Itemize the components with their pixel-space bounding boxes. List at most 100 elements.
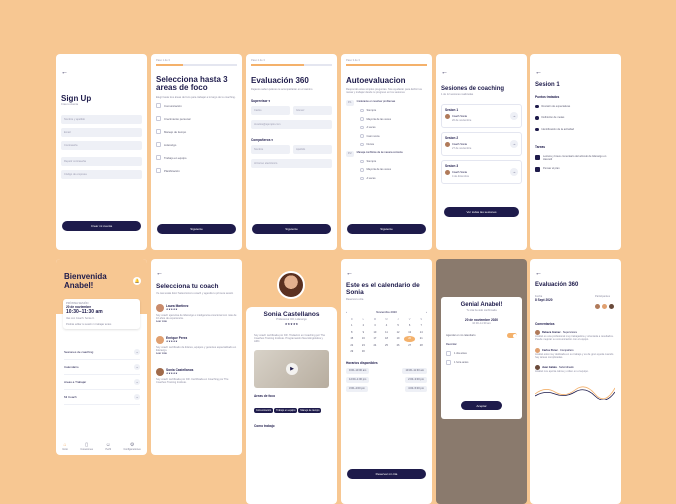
view-all-sessions-button[interactable]: Ver todas las sesiones [444,207,519,217]
next-button[interactable]: Siguiente [157,224,236,234]
coach-card[interactable]: Laura Martinez ★★★★★ Soy coach ejecutiva … [156,303,237,324]
arrow-right-icon[interactable]: → [510,167,518,176]
nav-connections[interactable]: ▯ Conexiones [80,442,93,451]
calendar-day[interactable] [381,349,393,355]
time-slot[interactable]: 12:00–1:00 pm [346,376,370,383]
calendar-day[interactable]: 29 [346,349,358,355]
read-more-link[interactable]: Leer más [156,352,237,355]
password-input[interactable]: Contraseña [61,140,142,150]
answer-option[interactable]: Mayoría de las veces [360,168,427,172]
calendar-day[interactable]: 24 [369,343,381,349]
calendar-day[interactable]: 2 [358,323,370,329]
prev-month-icon[interactable]: ‹ [346,310,347,314]
calendar-grid[interactable]: D L M M J V S 1 2 3 4 5 6 7 8 9 10 11 12 13 14 15 16 17 18 19 20 21… [346,317,427,355]
task-item[interactable]: Pensar el plan [535,167,616,173]
calendar-day[interactable]: 27 [404,343,416,349]
next-month-icon[interactable]: › [426,310,427,314]
email-input[interactable]: Email [61,127,142,137]
remind-option[interactable]: 1 hora antes [446,359,517,365]
answer-option[interactable]: A veces [360,125,427,130]
time-slot[interactable]: 10:30–11:30 am [402,367,427,374]
calendar-day[interactable]: 1 [346,323,358,329]
coach-card[interactable]: Enrique Perez ★★★★★ Soy coach certificado… [156,335,237,356]
time-slot[interactable]: 4:00–5:00 pm [405,385,427,392]
calendar-day[interactable]: 19 [392,336,404,342]
focus-option[interactable]: Crecimiento personal [156,116,237,122]
back-arrow-icon[interactable]: ← [535,270,616,277]
arrow-right-icon[interactable]: → [510,111,518,120]
calendar-day[interactable]: 18 [381,336,393,342]
supervisor-lastname-input[interactable]: Gómez [293,106,332,116]
calendar-day[interactable]: 22 [346,343,358,349]
answer-option[interactable]: Siempre [360,108,427,113]
create-account-button[interactable]: Crear mi cuenta [62,221,141,231]
calendar-day[interactable] [369,349,381,355]
answer-option[interactable]: A veces [360,176,427,181]
supervisor-name-input[interactable]: Carlos [251,106,290,116]
calendar-day[interactable]: 23 [358,343,370,349]
focus-option[interactable]: Manejo de tiempo [156,129,237,135]
read-more-link[interactable]: Leer más [156,320,237,323]
calendar-day[interactable]: 10 [369,330,381,336]
calendar-day[interactable]: 16 [358,336,370,342]
calendar-day[interactable]: 17 [369,336,381,342]
calendar-toggle[interactable] [507,333,517,339]
name-input[interactable]: Nombre y apellido [61,114,142,124]
peer-email-input[interactable]: ✉ Correo electrónico [251,159,332,169]
answer-option[interactable]: Mayoría de las veces [360,117,427,121]
calendar-day[interactable]: 5 [392,323,404,329]
coach-card[interactable]: Sonia Castellanos ★★★★★ Soy coach certifi… [156,367,237,385]
calendar-day[interactable]: 6 [404,323,416,329]
calendar-day[interactable]: 21 [415,336,427,342]
book-button[interactable]: Reservar mi cita [347,469,426,479]
answer-option[interactable]: Siempre [360,159,427,164]
arrow-right-icon[interactable]: → [510,139,518,148]
calendar-day[interactable]: 4 [381,323,393,329]
play-icon[interactable]: ▶ [286,362,298,375]
back-arrow-icon[interactable]: ← [346,270,427,277]
company-code-input[interactable]: Código de empresa [61,169,142,179]
time-slot[interactable]: 3:00–4:00 pm [346,385,368,392]
calendar-day[interactable]: 14 [415,330,427,336]
back-arrow-icon[interactable]: ← [441,69,522,76]
back-arrow-icon[interactable]: ← [156,270,237,277]
calendar-day[interactable]: 11 [381,330,393,336]
next-session-card[interactable]: PRÓXIMA SESIÓN 20 de noviembre 10:30–11:… [63,299,140,330]
repeat-password-input[interactable]: Repetir contraseña [61,156,142,166]
peer-name-input[interactable]: Nombre [251,145,290,155]
calendar-day[interactable] [415,349,427,355]
time-slot[interactable]: 2:00–3:00 pm [405,376,427,383]
accept-button[interactable]: Aceptar [461,401,502,410]
calendar-day[interactable]: 7 [415,323,427,329]
focus-option[interactable]: Comunicación [156,103,237,109]
nav-profile[interactable]: ☺ Perfil [105,442,110,451]
calendar-day[interactable]: 15 [346,336,358,342]
calendar-day[interactable]: 28 [415,343,427,349]
next-button[interactable]: Siguiente [347,224,426,234]
peer-lastname-input[interactable]: Apellido [293,145,332,155]
supervisor-email-input[interactable]: ✉ carlos@ejemplo.com [251,120,332,130]
nav-settings[interactable]: ⚙ Configuraciones [123,442,140,451]
calendar-day[interactable]: 25 [381,343,393,349]
calendar-day[interactable] [392,349,404,355]
session-card[interactable]: Sesion 1 Coach Sonia 20 de noviembre → [441,103,522,128]
video-thumbnail[interactable]: ▶ [254,349,329,388]
calendar-day[interactable]: 9 [358,330,370,336]
calendar-day[interactable]: 30 [358,349,370,355]
answer-option[interactable]: Casi nunca [360,134,427,138]
time-slot[interactable]: 9:00–10:00 am [346,367,370,374]
calendar-day[interactable] [404,349,416,355]
session-card[interactable]: Sesion 2 Coach Sonia 27 de noviembre → [441,131,522,156]
calendar-day[interactable]: 26 [392,343,404,349]
calendar-day[interactable]: 12 [392,330,404,336]
back-arrow-icon[interactable]: ← [535,69,616,76]
menu-item-areas[interactable]: Areas a Trabajar → [64,375,140,390]
focus-option[interactable]: Liderazgo [156,142,237,148]
remind-option[interactable]: 1 día antes [446,350,517,356]
calendar-day[interactable]: 20 [403,336,416,342]
menu-item-sessions[interactable]: Sesiones de coaching → [64,345,140,360]
session-card[interactable]: Sesion 3 Coach Sonia 4 de diciembre → [441,159,522,184]
next-button[interactable]: Siguiente [252,224,331,234]
menu-item-calendar[interactable]: Calendario → [64,360,140,375]
calendar-day[interactable]: 13 [404,330,416,336]
